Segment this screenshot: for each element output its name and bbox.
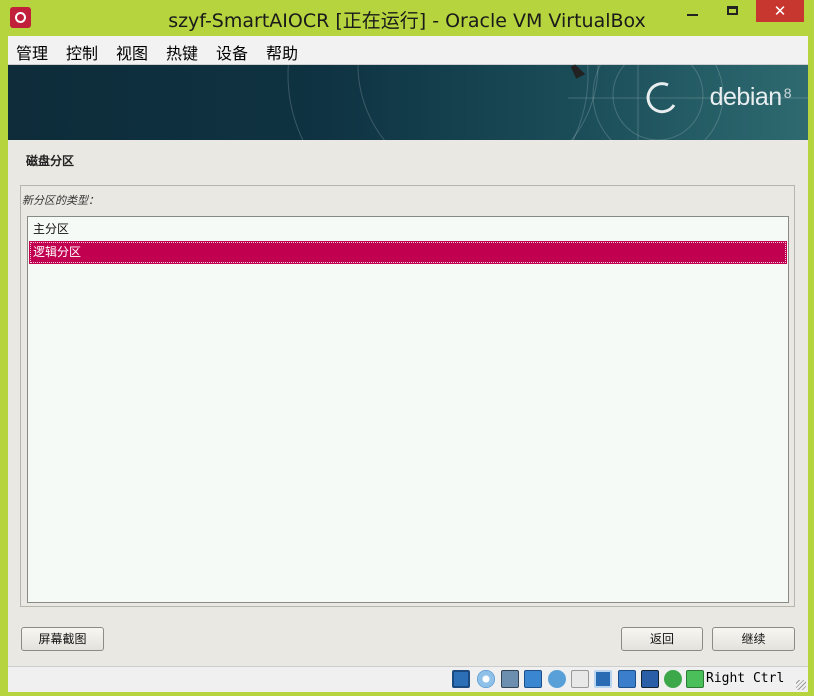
close-button[interactable]: ✕ xyxy=(756,0,804,22)
mouse-integration-icon[interactable] xyxy=(664,670,682,688)
status-bar: Right Ctrl xyxy=(8,666,808,692)
menu-manage[interactable]: 管理 xyxy=(16,40,48,64)
resize-grip-icon[interactable] xyxy=(796,680,806,690)
debian-swirl-icon xyxy=(287,65,808,140)
debian-logo: debian 8 xyxy=(709,83,792,112)
title-bar[interactable]: szyf-SmartAIOCR [正在运行] - Oracle VM Virtu… xyxy=(0,0,814,36)
menu-devices[interactable]: 设备 xyxy=(216,40,248,64)
screenshot-button[interactable]: 屏幕截图 xyxy=(21,627,104,651)
menu-hotkeys[interactable]: 热键 xyxy=(166,40,198,64)
list-item-logical[interactable]: 逻辑分区 xyxy=(29,241,787,264)
minimize-button[interactable] xyxy=(676,0,710,22)
network-icon[interactable] xyxy=(524,670,542,688)
page-title: 磁盘分区 xyxy=(26,154,75,168)
display-icon[interactable] xyxy=(594,670,612,688)
menu-bar: 管理 控制 视图 热键 设备 帮助 xyxy=(8,36,808,65)
download-icon xyxy=(686,670,704,688)
debian-logo-text: debian xyxy=(709,83,783,111)
partition-type-list[interactable]: 主分区 逻辑分区 xyxy=(27,216,789,603)
installer-panel: 磁盘分区 新分区的类型： 主分区 逻辑分区 屏幕截图 返回 继续 xyxy=(8,140,808,666)
debian-version: 8 xyxy=(783,85,792,101)
question-label: 新分区的类型： xyxy=(22,194,99,207)
menu-view[interactable]: 视图 xyxy=(116,40,148,64)
maximize-button[interactable] xyxy=(716,0,750,22)
video-capture-icon[interactable] xyxy=(618,670,636,688)
menu-help[interactable]: 帮助 xyxy=(266,40,298,64)
host-key-label: Right Ctrl xyxy=(706,671,785,686)
back-button[interactable]: 返回 xyxy=(621,627,703,651)
hard-disk-icon[interactable] xyxy=(452,670,470,688)
usb-icon[interactable] xyxy=(548,670,566,688)
audio-icon[interactable] xyxy=(501,670,519,688)
virtualization-icon xyxy=(641,670,659,688)
continue-button[interactable]: 继续 xyxy=(712,627,795,651)
shared-folders-icon[interactable] xyxy=(571,670,589,688)
menu-control[interactable]: 控制 xyxy=(66,40,98,64)
optical-drive-icon[interactable] xyxy=(477,670,495,688)
virtualbox-window: szyf-SmartAIOCR [正在运行] - Oracle VM Virtu… xyxy=(0,0,814,696)
list-item-primary[interactable]: 主分区 xyxy=(29,218,787,241)
debian-banner: debian 8 xyxy=(8,65,808,140)
